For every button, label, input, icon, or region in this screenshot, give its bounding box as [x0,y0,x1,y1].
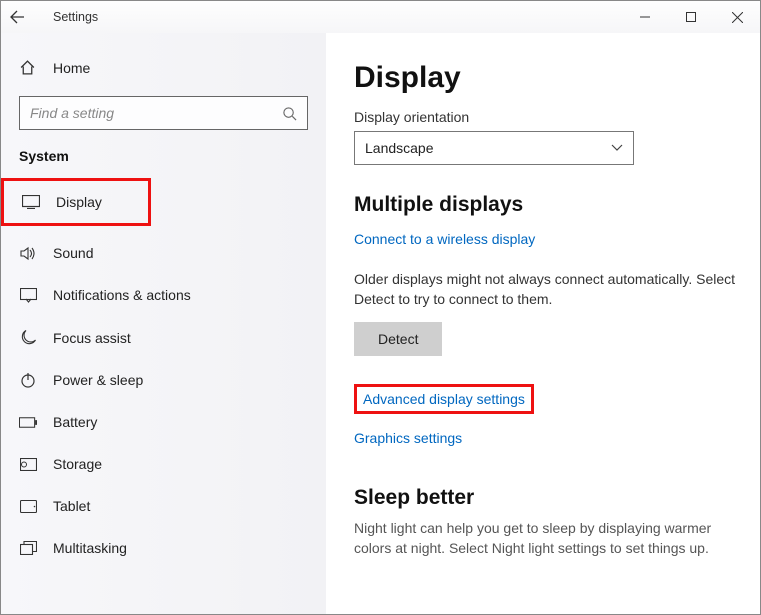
search-icon [282,106,297,121]
sidebar-item-notifications[interactable]: Notifications & actions [1,274,326,316]
sidebar-item-label: Tablet [53,498,90,514]
advanced-display-link[interactable]: Advanced display settings [357,387,531,411]
content-area: Home System Display Sound [1,33,760,614]
sidebar: Home System Display Sound [1,33,326,614]
window-title: Settings [53,10,98,24]
maximize-icon [686,12,696,22]
orientation-select[interactable]: Landscape [354,131,634,165]
chevron-down-icon [611,144,623,152]
arrow-left-icon [9,9,25,25]
advanced-display-highlight: Advanced display settings [354,384,534,414]
sidebar-item-focus-assist[interactable]: Focus assist [1,316,326,359]
sidebar-item-label: Sound [53,245,93,261]
maximize-button[interactable] [668,1,714,33]
home-icon [19,59,37,76]
settings-window: Settings Home Syste [0,0,761,615]
minimize-icon [640,12,650,22]
display-icon [22,195,40,209]
sidebar-item-label: Power & sleep [53,372,143,388]
sidebar-item-label: Battery [53,414,97,430]
sidebar-item-label: Focus assist [53,330,131,346]
detect-button[interactable]: Detect [354,322,442,356]
power-icon [19,372,37,388]
multitasking-icon [19,541,37,555]
orientation-label: Display orientation [354,109,738,125]
sidebar-item-label: Storage [53,456,102,472]
sidebar-item-label: Display [56,194,102,210]
sidebar-item-battery[interactable]: Battery [1,401,326,443]
graphics-settings-link[interactable]: Graphics settings [354,430,738,446]
sidebar-item-storage[interactable]: Storage [1,443,326,485]
sidebar-item-home[interactable]: Home [1,51,326,84]
minimize-button[interactable] [622,1,668,33]
search-input[interactable] [30,105,282,121]
close-icon [732,12,743,23]
connect-wireless-link[interactable]: Connect to a wireless display [354,231,535,247]
search-box[interactable] [19,96,308,130]
back-button[interactable] [9,9,41,25]
multiple-displays-heading: Multiple displays [354,193,738,217]
battery-icon [19,417,37,428]
sleep-better-description: Night light can help you get to sleep by… [354,518,738,559]
focus-assist-icon [19,329,37,346]
sleep-better-heading: Sleep better [354,486,738,510]
storage-icon [19,458,37,471]
sidebar-item-sound[interactable]: Sound [1,232,326,274]
orientation-value: Landscape [365,140,434,156]
tablet-icon [19,500,37,513]
sidebar-item-label: Notifications & actions [53,287,191,303]
sidebar-section-system: System [1,148,326,164]
sidebar-item-tablet[interactable]: Tablet [1,485,326,527]
detect-description: Older displays might not always connect … [354,269,738,310]
titlebar: Settings [1,1,760,33]
close-button[interactable] [714,1,760,33]
notifications-icon [19,288,37,303]
sidebar-item-label: Home [53,60,90,76]
sidebar-item-multitasking[interactable]: Multitasking [1,527,326,569]
page-title: Display [354,61,738,95]
sidebar-item-power-sleep[interactable]: Power & sleep [1,359,326,401]
sidebar-item-label: Multitasking [53,540,127,556]
sound-icon [19,246,37,261]
main-panel: Display Display orientation Landscape Mu… [326,33,760,614]
sidebar-item-display[interactable]: Display [1,178,151,226]
